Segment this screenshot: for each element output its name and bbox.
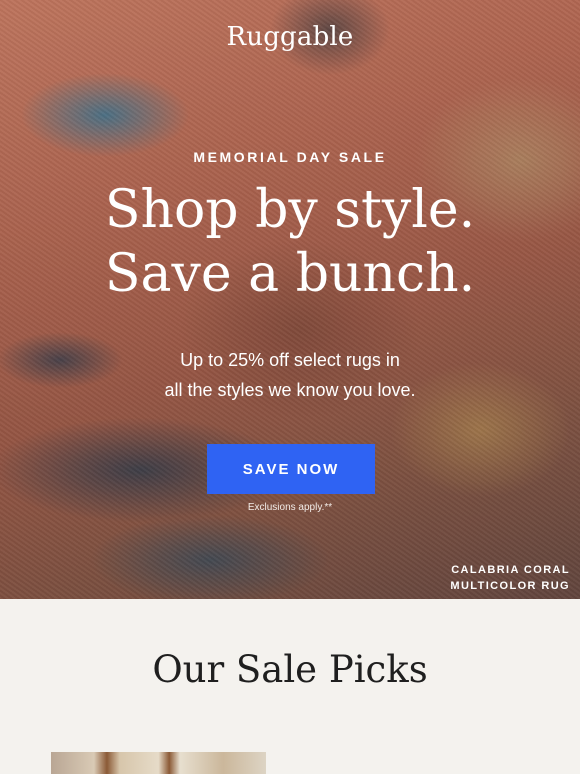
subtext-line-2: all the styles we know you love.: [164, 380, 416, 400]
sale-eyebrow: MEMORIAL DAY SALE: [193, 149, 387, 165]
headline-line-2: Save a bunch.: [104, 244, 476, 304]
product-image[interactable]: [51, 752, 266, 774]
caption-line-1: CALABRIA CORAL: [451, 564, 570, 576]
save-now-button[interactable]: SAVE NOW: [207, 444, 375, 494]
caption-line-2: MULTICOLOR RUG: [450, 580, 570, 592]
product-caption[interactable]: CALABRIA CORAL MULTICOLOR RUG: [450, 562, 570, 594]
exclusions-note: Exclusions apply.**: [247, 502, 333, 513]
hero-headline: Shop by style. Save a bunch.: [0, 178, 580, 306]
subtext-line-1: Up to 25% off select rugs in: [180, 350, 400, 370]
hero-subtext: Up to 25% off select rugs in all the sty…: [0, 345, 580, 405]
sale-picks-title: Our Sale Picks: [152, 648, 428, 691]
brand-logo[interactable]: Ruggable: [0, 22, 580, 52]
headline-line-1: Shop by style.: [104, 180, 476, 240]
